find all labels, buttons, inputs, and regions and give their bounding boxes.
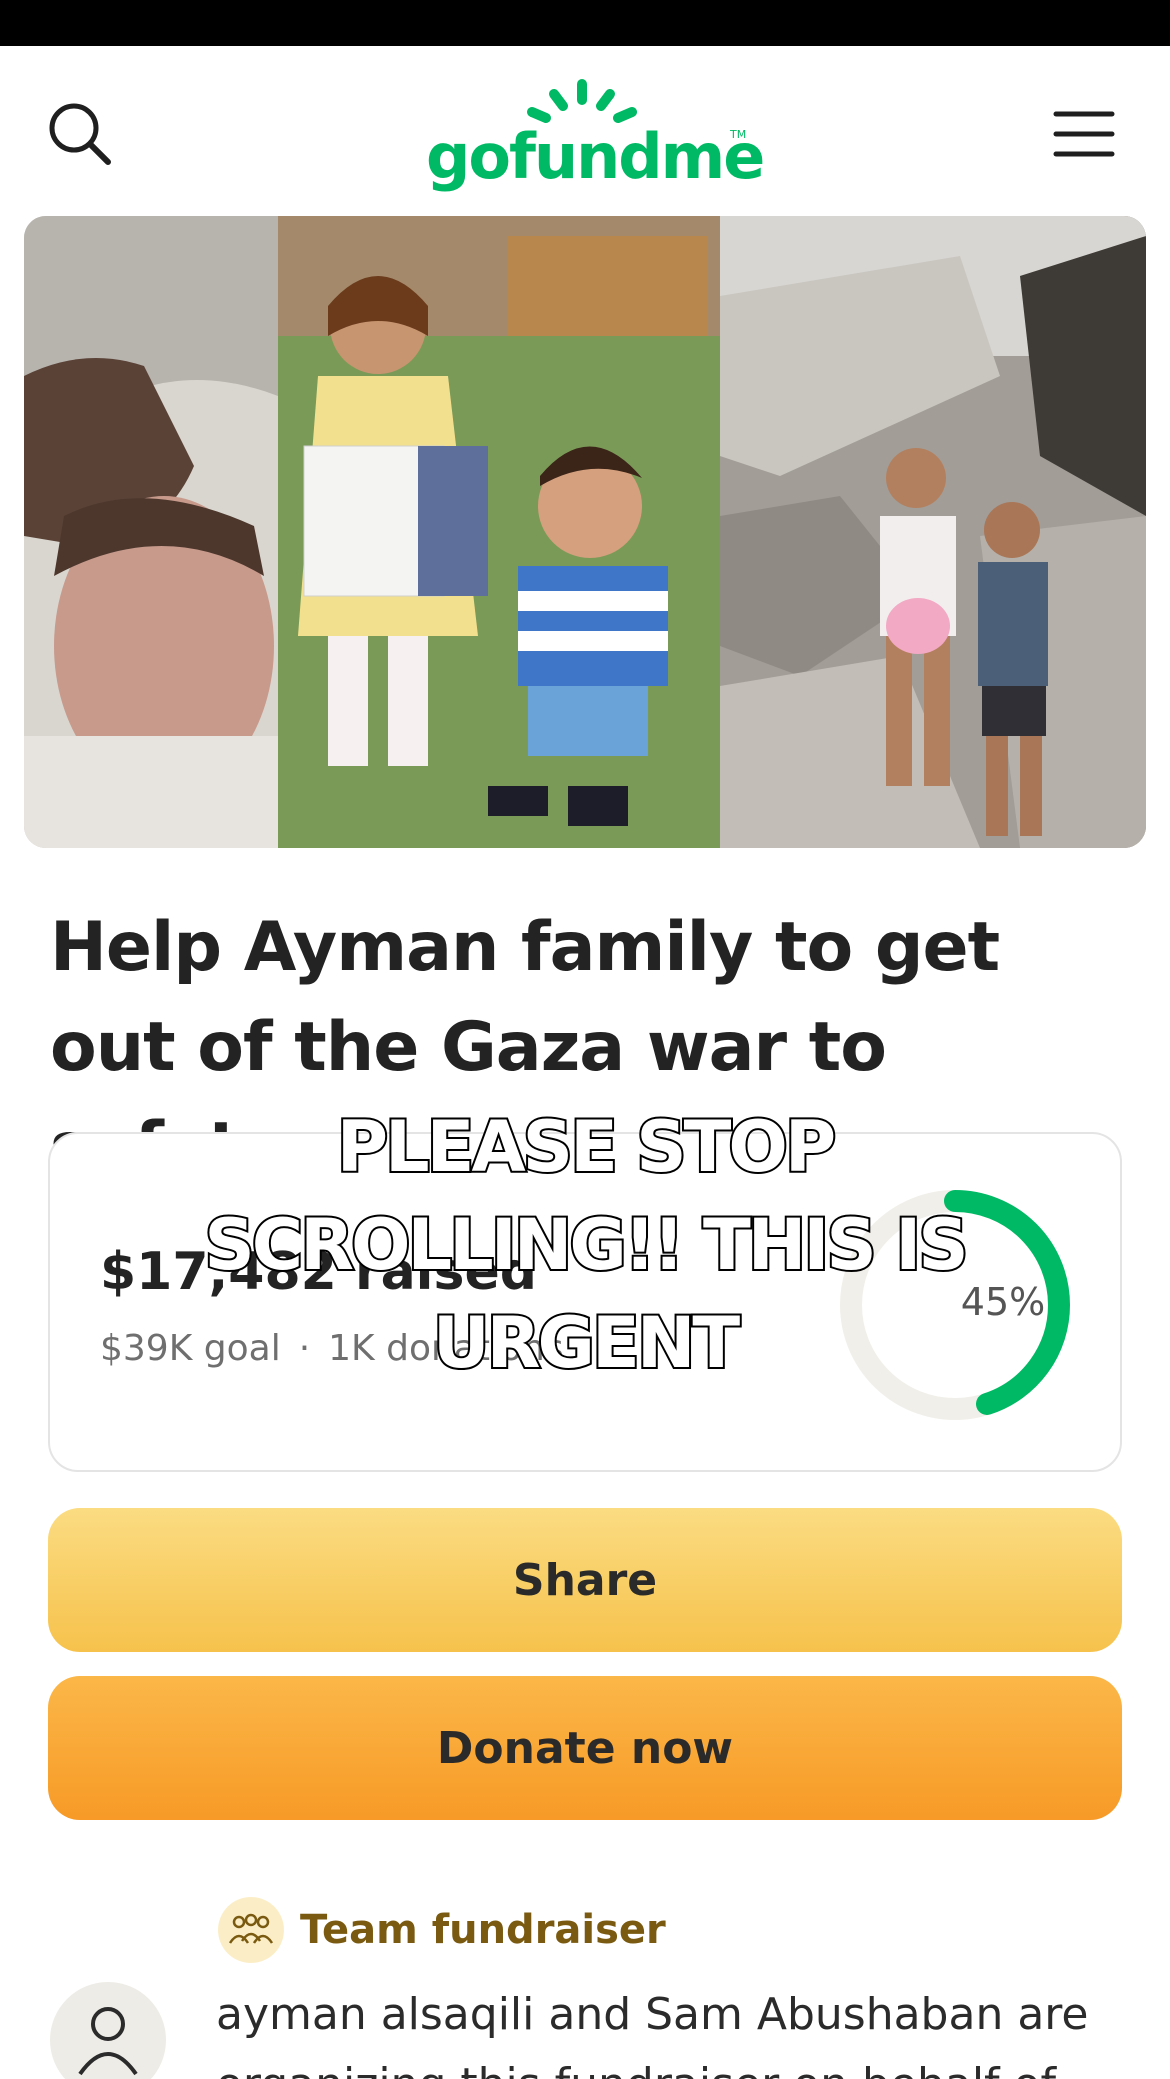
hero-panel-children-certificate (278, 216, 720, 848)
hamburger-menu-icon[interactable] (1052, 106, 1116, 162)
status-bar (0, 0, 1170, 46)
team-fundraiser-label: Team fundraiser (300, 1907, 666, 1953)
people-group-icon (218, 1897, 284, 1963)
gofundme-logo[interactable]: gofundme TM (420, 76, 765, 206)
hero-panel-children-rubble (720, 216, 1146, 848)
team-fundraiser-badge: Team fundraiser (218, 1896, 666, 1964)
hero-panel-newborn (24, 216, 278, 848)
search-icon[interactable] (44, 98, 116, 170)
logo-trademark: TM (730, 128, 747, 141)
video-caption-overlay: PLEASE STOP SCROLLING!! THIS IS URGENT (202, 1104, 970, 1386)
campaign-hero-image[interactable] (24, 216, 1146, 848)
share-button[interactable]: Share (48, 1508, 1122, 1652)
header: gofundme TM (0, 46, 1170, 216)
donate-now-button[interactable]: Donate now (48, 1676, 1122, 1820)
logo-text: gofundme (426, 120, 765, 193)
organizer-description: ayman alsaqili and Sam Abushaban are org… (216, 1989, 1089, 2079)
organizer-avatar[interactable] (50, 1982, 166, 2079)
